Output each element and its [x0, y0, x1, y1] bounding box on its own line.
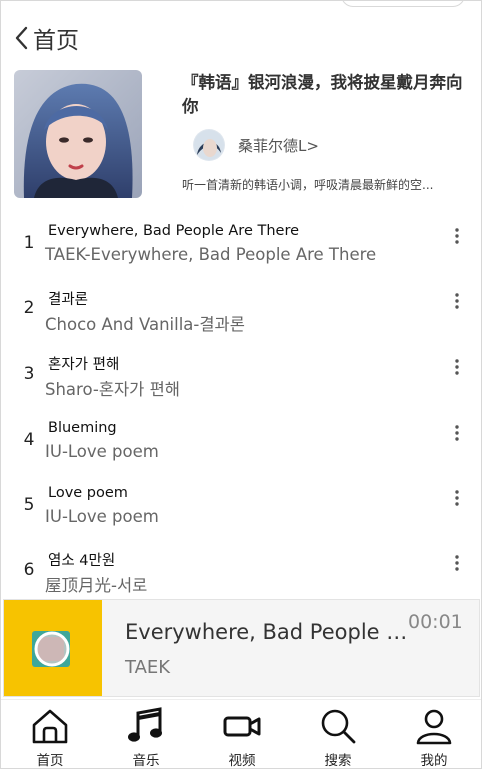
tab-label: 首页 [36, 753, 64, 769]
player-time: 00:01 [408, 611, 463, 633]
more-vertical-icon[interactable] [447, 225, 467, 247]
more-vertical-icon[interactable] [447, 422, 467, 444]
page-title[interactable]: 首页 [33, 21, 79, 55]
list-item[interactable]: 5 Love poem IU-Love poem [1, 483, 481, 543]
song-artist-album: Sharo-혼자가 편해 [45, 380, 180, 399]
song-index: 3 [23, 364, 35, 384]
home-icon [30, 706, 70, 746]
list-item[interactable]: 3 혼자가 편해 Sharo-혼자가 편해 [1, 352, 481, 412]
more-vertical-icon[interactable] [447, 290, 467, 312]
tab-search[interactable]: 搜索 [290, 700, 386, 769]
tab-home[interactable]: 首页 [2, 700, 98, 769]
video-camera-icon [222, 706, 262, 746]
tab-music[interactable]: 音乐 [98, 700, 194, 769]
avatar [193, 129, 225, 161]
song-artist-album: 屋顶月光-서로 [45, 576, 148, 595]
playlist-title: 『韩语』银河浪漫，我将披星戴月奔向你 [182, 73, 463, 116]
creator-link[interactable]: 桑菲尔德L> [193, 129, 319, 161]
list-item[interactable]: 1 Everywhere, Bad People Are There TAEK-… [1, 221, 481, 281]
search-icon [318, 706, 358, 746]
more-vertical-icon[interactable] [447, 552, 467, 574]
playlist-cover-image[interactable] [14, 70, 142, 198]
app-frame: 首页 『韩语』银河浪漫，我将披星戴月奔向你 桑菲尔德L> 听一首清新的韩语小调，… [0, 0, 482, 769]
bottom-tab-bar: 首页 音乐 视频 搜索 我的 [1, 699, 481, 769]
player-cover-image[interactable] [4, 600, 102, 696]
song-name: 염소 4만원 [48, 553, 116, 569]
song-artist-album: IU-Love poem [45, 507, 159, 526]
list-item[interactable]: 4 Blueming IU-Love poem [1, 418, 481, 478]
tab-label: 我的 [420, 753, 448, 769]
creator-name: 桑菲尔德L> [238, 136, 319, 155]
song-name: Love poem [48, 485, 128, 501]
top-search-pill[interactable] [341, 1, 465, 7]
more-vertical-icon[interactable] [447, 356, 467, 378]
chevron-left-icon[interactable] [11, 23, 31, 53]
music-note-icon [126, 706, 166, 746]
user-icon [414, 706, 454, 746]
song-name: 혼자가 편해 [48, 357, 120, 373]
player-song-title: Everywhere, Bad People Are There [125, 620, 415, 644]
mini-player[interactable]: Everywhere, Bad People Are There TAEK 00… [3, 599, 480, 697]
header: 首页 [11, 21, 79, 55]
song-index: 1 [23, 233, 35, 253]
song-index: 2 [23, 298, 35, 318]
song-artist-album: IU-Love poem [45, 442, 159, 461]
tab-profile[interactable]: 我的 [386, 700, 481, 769]
song-name: 결과론 [48, 292, 89, 308]
tab-label: 视频 [228, 753, 256, 769]
song-artist-album: TAEK-Everywhere, Bad People Are There [45, 245, 377, 264]
song-index: 4 [23, 430, 35, 450]
list-item[interactable]: 2 결과론 Choco And Vanilla-결과론 [1, 286, 481, 346]
song-name: Everywhere, Bad People Are There [48, 223, 300, 239]
tab-label: 音乐 [132, 753, 160, 769]
song-index: 5 [23, 495, 35, 515]
playlist-description[interactable]: 听一首清新的韩语小调，呼吸清晨最新鲜的空... [182, 176, 464, 193]
player-artist: TAEK [125, 657, 171, 678]
song-artist-album: Choco And Vanilla-결과론 [45, 315, 245, 334]
tab-label: 搜索 [324, 753, 352, 769]
more-vertical-icon[interactable] [447, 487, 467, 509]
tab-video[interactable]: 视频 [194, 700, 290, 769]
song-name: Blueming [48, 420, 117, 436]
song-index: 6 [23, 560, 35, 580]
